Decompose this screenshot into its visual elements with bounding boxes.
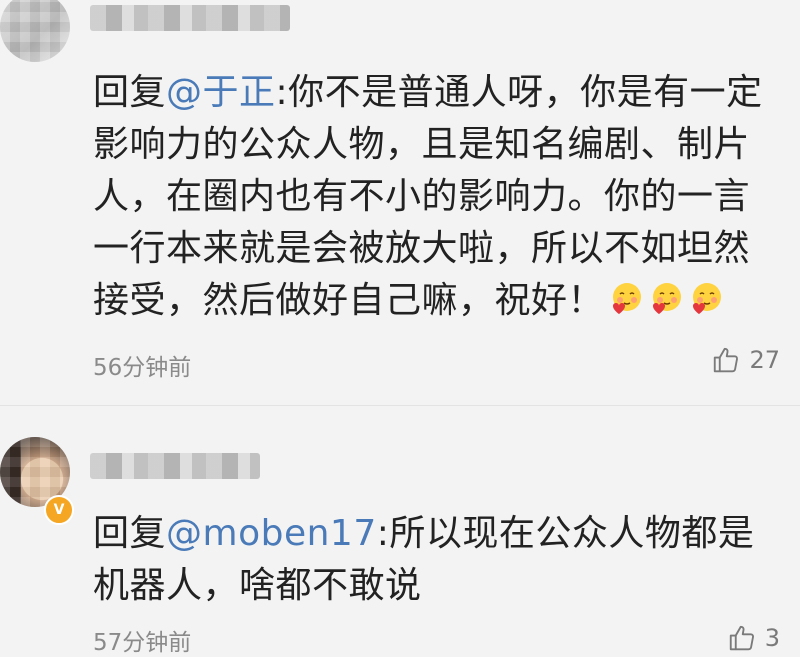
- mention-link[interactable]: @moben17: [166, 513, 377, 554]
- timestamp: 57分钟前: [93, 630, 192, 656]
- comment-text: 回复@moben17:所以现在公众人物都是机器人，啥都不敢说: [93, 508, 783, 612]
- verified-badge-icon: V: [44, 495, 74, 525]
- thumbs-up-icon: [729, 625, 754, 651]
- reply-prefix: 回复: [93, 72, 167, 113]
- blush-heart-emoji-icon: [690, 279, 724, 314]
- avatar[interactable]: [0, 0, 70, 62]
- blush-heart-emoji-icon: [610, 279, 644, 314]
- like-count: 3: [764, 624, 780, 652]
- comment-text: 回复@于正:你不是普通人呀，你是有一定影响力的公众人物，且是知名编剧、制片人，在…: [93, 67, 783, 327]
- username-blurred[interactable]: [90, 5, 290, 31]
- like-count: 27: [749, 346, 780, 374]
- timestamp: 56分钟前: [93, 355, 192, 381]
- blush-heart-emoji-icon: [650, 279, 684, 314]
- mention-link[interactable]: @于正: [166, 72, 276, 113]
- comment-1: 回复@于正:你不是普通人呀，你是有一定影响力的公众人物，且是知名编剧、制片人，在…: [0, 0, 800, 405]
- reply-prefix: 回复: [93, 513, 167, 554]
- comment-2: V 回复@moben17:所以现在公众人物都是机器人，啥都不敢说 57分钟前 3: [0, 405, 800, 656]
- like-button[interactable]: 3: [727, 623, 780, 653]
- thumbs-up-icon: [714, 347, 739, 373]
- like-button[interactable]: 27: [711, 345, 780, 375]
- username-blurred[interactable]: [90, 453, 260, 479]
